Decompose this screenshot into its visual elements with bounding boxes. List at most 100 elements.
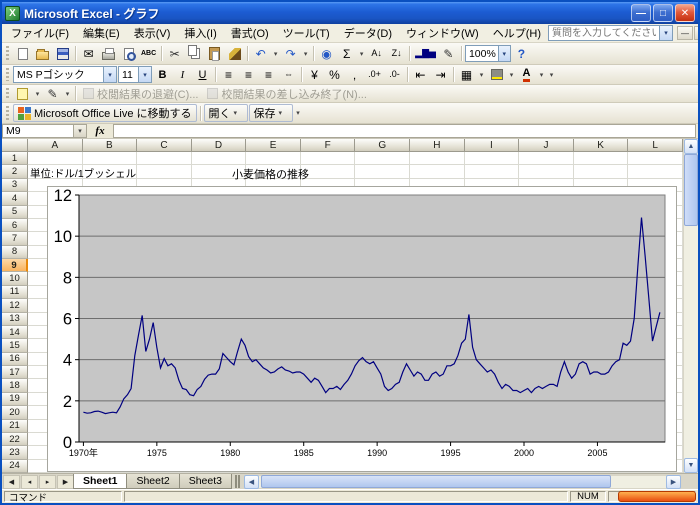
align-center-button[interactable]: ≡	[239, 66, 258, 84]
align-left-button[interactable]: ≡	[219, 66, 238, 84]
zoom-combo[interactable]: 100% ▾	[465, 45, 511, 62]
menu-view[interactable]: 表示(V)	[127, 23, 178, 43]
column-header-B[interactable]: B	[83, 139, 138, 152]
workbook-minimize-button[interactable]: —	[677, 26, 693, 40]
review-note-button[interactable]	[13, 85, 32, 103]
wheat-price-chart[interactable]: 0246810121970年19751980198519901995200020…	[47, 186, 677, 472]
previous-sheet-button[interactable]: ◂	[21, 475, 38, 489]
office-live-save-button[interactable]: 保存 ▾	[249, 104, 293, 122]
sheet-tab-sheet1[interactable]: Sheet1	[73, 474, 127, 489]
help-button[interactable]: ?	[512, 45, 531, 63]
row-header-11[interactable]: 11	[2, 286, 28, 299]
stash-review-results-button[interactable]: 校閲結果の退避(C)...	[79, 85, 202, 103]
column-header-I[interactable]: I	[465, 139, 520, 152]
merge-center-button[interactable]: ⇔	[279, 66, 298, 84]
last-sheet-button[interactable]: ▶	[57, 475, 74, 489]
font-color-button[interactable]: A	[517, 66, 536, 84]
cell-unit-label[interactable]: 単位:ドル/1ブッシェル	[30, 166, 136, 181]
row-header-2[interactable]: 2	[2, 165, 28, 178]
chart-wizard-button[interactable]: ▂▇▅	[413, 45, 438, 63]
save-button[interactable]	[53, 45, 72, 63]
row-header-24[interactable]: 24	[2, 460, 28, 473]
toolbar-drag-handle[interactable]	[6, 106, 9, 120]
row-header-22[interactable]: 22	[2, 433, 28, 446]
row-header-4[interactable]: 4	[2, 192, 28, 205]
menu-insert[interactable]: 挿入(I)	[177, 23, 223, 43]
review-edit-dropdown[interactable]: ▾	[63, 85, 72, 103]
redo-dropdown[interactable]: ▾	[301, 45, 310, 63]
menu-data[interactable]: データ(D)	[337, 23, 399, 43]
tab-split-handle[interactable]	[235, 475, 240, 488]
autosum-button[interactable]: Σ	[337, 45, 356, 63]
column-header-F[interactable]: F	[301, 139, 356, 152]
sort-ascending-button[interactable]: A↓	[367, 45, 386, 63]
toolbar-options-button[interactable]: ▾	[547, 66, 556, 84]
toolbar-drag-handle[interactable]	[6, 88, 9, 100]
fill-color-dropdown[interactable]: ▾	[507, 66, 516, 84]
question-dropdown-icon[interactable]: ▾	[659, 26, 672, 40]
question-input[interactable]	[549, 26, 659, 40]
row-header-21[interactable]: 21	[2, 420, 28, 433]
column-header-C[interactable]: C	[137, 139, 192, 152]
toolbar-drag-handle[interactable]	[6, 46, 9, 61]
row-header-10[interactable]: 10	[2, 272, 28, 285]
autosum-dropdown[interactable]: ▾	[357, 45, 366, 63]
email-button[interactable]: ✉	[79, 45, 98, 63]
horizontal-scroll-track[interactable]	[259, 475, 666, 489]
column-header-G[interactable]: G	[355, 139, 410, 152]
row-header-5[interactable]: 5	[2, 206, 28, 219]
workbook-restore-button[interactable]: ❐	[694, 26, 700, 40]
column-header-H[interactable]: H	[410, 139, 465, 152]
first-sheet-button[interactable]: ◀	[3, 475, 20, 489]
office-live-go-button[interactable]: Microsoft Office Live に移動する	[13, 104, 197, 122]
toolbar-drag-handle[interactable]	[6, 68, 9, 81]
office-live-open-button[interactable]: 開く ▾	[204, 104, 248, 122]
currency-style-button[interactable]: ¥	[305, 66, 324, 84]
print-button[interactable]	[99, 45, 118, 63]
scroll-down-button[interactable]: ▼	[684, 458, 698, 473]
row-header-14[interactable]: 14	[2, 326, 28, 339]
menu-file[interactable]: ファイル(F)	[4, 23, 76, 43]
formula-input[interactable]	[113, 124, 696, 138]
font-color-dropdown[interactable]: ▾	[537, 66, 546, 84]
cut-button[interactable]: ✂	[165, 45, 184, 63]
scroll-left-button[interactable]: ◀	[244, 475, 259, 489]
horizontal-scrollbar[interactable]: ◀ ▶	[243, 475, 682, 489]
row-header-13[interactable]: 13	[2, 313, 28, 326]
menu-help[interactable]: ヘルプ(H)	[486, 23, 548, 43]
vertical-scrollbar[interactable]: ▲ ▼	[683, 139, 698, 473]
row-header-3[interactable]: 3	[2, 179, 28, 192]
fill-color-button[interactable]	[487, 66, 506, 84]
drawing-button[interactable]: ✎	[439, 45, 458, 63]
format-painter-button[interactable]	[225, 45, 244, 63]
maximize-button[interactable]: □	[653, 4, 673, 22]
toolbar-options-button[interactable]: ▾	[294, 104, 303, 122]
vertical-scroll-track[interactable]	[684, 154, 698, 458]
font-size-dropdown-icon[interactable]: ▾	[138, 67, 151, 82]
italic-button[interactable]: I	[173, 66, 192, 84]
menu-format[interactable]: 書式(O)	[224, 23, 276, 43]
column-header-J[interactable]: J	[519, 139, 574, 152]
row-header-12[interactable]: 12	[2, 299, 28, 312]
font-size-combo[interactable]: 11 ▾	[118, 66, 152, 83]
font-name-combo[interactable]: MS Pゴシック ▾	[13, 66, 117, 83]
row-header-8[interactable]: 8	[2, 246, 28, 259]
row-header-23[interactable]: 23	[2, 446, 28, 459]
menu-window[interactable]: ウィンドウ(W)	[399, 23, 486, 43]
row-header-9[interactable]: 9	[2, 259, 28, 272]
menu-edit[interactable]: 編集(E)	[76, 23, 127, 43]
hyperlink-button[interactable]: ◉	[317, 45, 336, 63]
row-header-6[interactable]: 6	[2, 219, 28, 232]
new-workbook-button[interactable]	[13, 45, 32, 63]
bold-button[interactable]: B	[153, 66, 172, 84]
spelling-button[interactable]: ABC	[139, 45, 158, 63]
column-header-D[interactable]: D	[192, 139, 247, 152]
minimize-button[interactable]: —	[631, 4, 651, 22]
align-right-button[interactable]: ≡	[259, 66, 278, 84]
row-header-1[interactable]: 1	[2, 152, 28, 165]
zoom-dropdown-icon[interactable]: ▾	[498, 46, 510, 61]
menu-tools[interactable]: ツール(T)	[276, 23, 337, 43]
column-header-K[interactable]: K	[574, 139, 629, 152]
increase-indent-button[interactable]: ⇥	[431, 66, 450, 84]
sort-descending-button[interactable]: Z↓	[387, 45, 406, 63]
